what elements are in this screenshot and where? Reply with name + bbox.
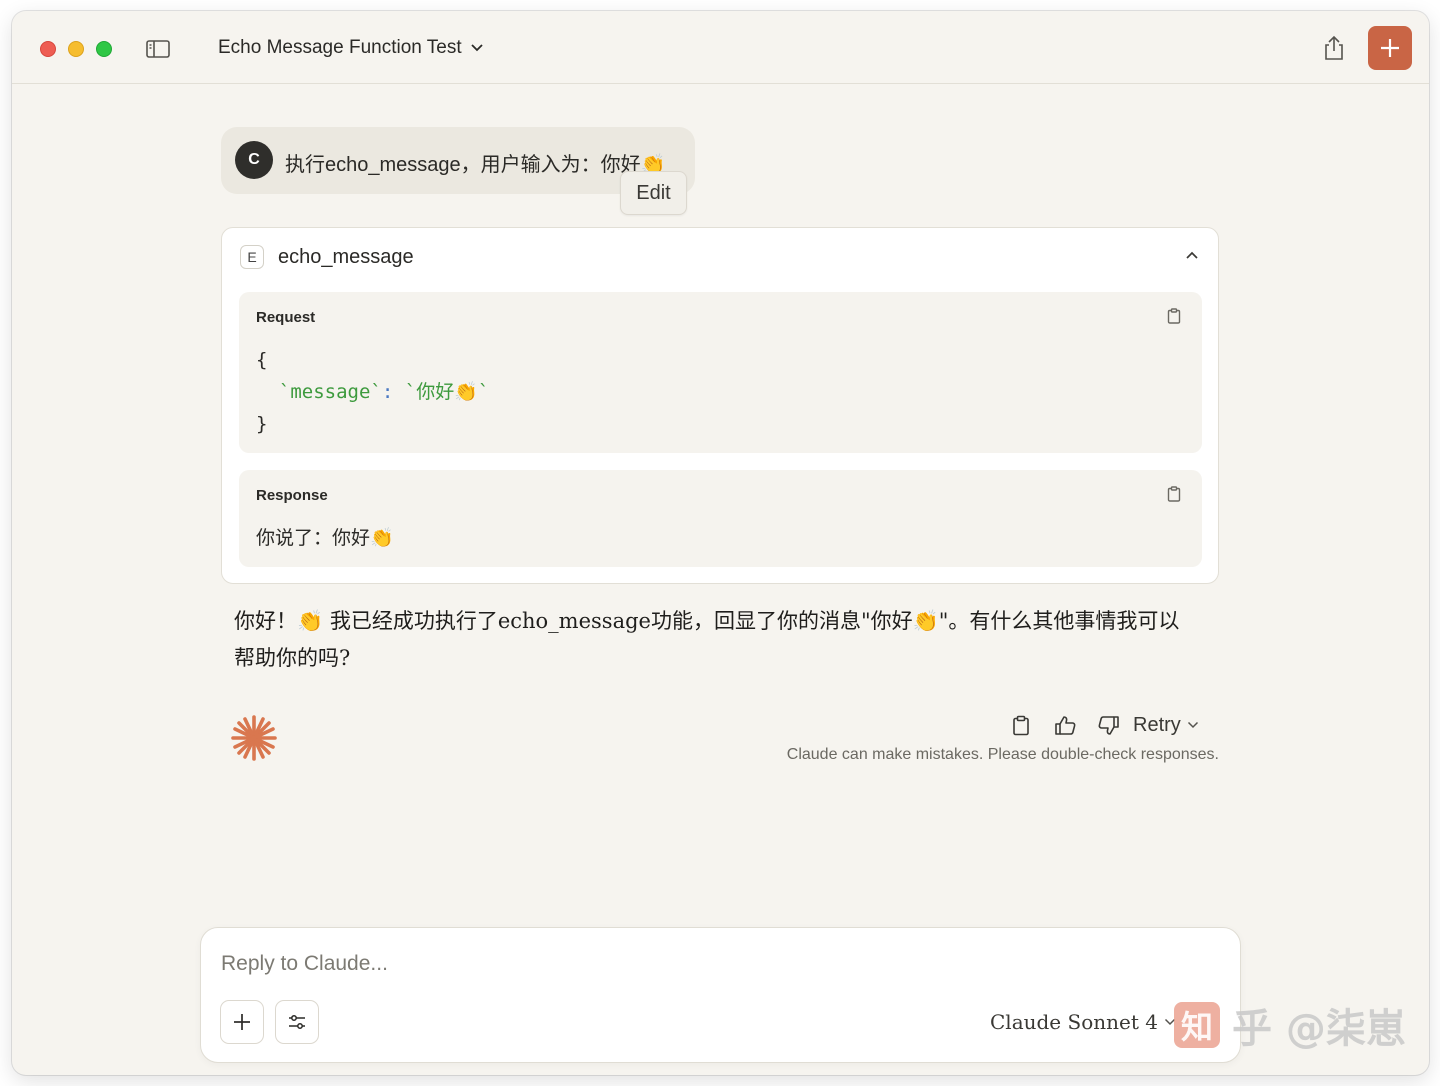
thumbs-down-icon[interactable]: [1087, 711, 1131, 739]
disclaimer-text: Claude can make mistakes. Please double-…: [786, 746, 1219, 763]
tool-badge: E: [240, 245, 264, 269]
message-actions: Retry: [999, 711, 1199, 739]
zoom-window-button[interactable]: [96, 41, 112, 57]
copy-response-icon[interactable]: [1167, 486, 1181, 507]
plus-icon: [1381, 39, 1399, 57]
tools-button[interactable]: [275, 1000, 319, 1044]
minimize-window-button[interactable]: [68, 41, 84, 57]
title-bar: Echo Message Function Test: [12, 11, 1429, 84]
copy-request-icon[interactable]: [1167, 308, 1181, 329]
retry-label: Retry: [1133, 713, 1181, 736]
close-window-button[interactable]: [40, 41, 56, 57]
tool-name: echo_message: [278, 246, 414, 268]
copy-icon[interactable]: [999, 711, 1043, 739]
reply-input[interactable]: [221, 946, 1221, 982]
claude-spark-icon: [230, 714, 278, 767]
watermark-text: 乎 @柒崽: [1232, 1006, 1406, 1052]
app-window: Echo Message Function Test C 执行echo_mess…: [12, 11, 1429, 1075]
tool-call-card: E echo_message Request { `message`: `你好👏…: [221, 227, 1219, 584]
conversation-title-dropdown[interactable]: Echo Message Function Test: [218, 37, 484, 59]
sidebar-toggle-icon[interactable]: [146, 39, 170, 64]
response-label: Response: [256, 487, 328, 504]
edit-message-button[interactable]: Edit: [620, 171, 687, 215]
code-colon: :: [381, 381, 394, 403]
conversation-title: Echo Message Function Test: [218, 37, 462, 58]
retry-button[interactable]: Retry: [1133, 714, 1199, 737]
code-value: `你好👏`: [404, 381, 490, 403]
code-close-brace: }: [256, 413, 268, 435]
assistant-message-text: 你好！👏 我已经成功执行了echo_message功能，回显了你的消息"你好👏"…: [234, 609, 1180, 670]
model-selector[interactable]: Claude Sonnet 4: [990, 1010, 1176, 1034]
sliders-icon: [289, 1015, 305, 1029]
chevron-down-icon: [470, 44, 483, 52]
request-code: { `message`: `你好👏` }: [256, 344, 489, 440]
code-open-brace: {: [256, 349, 268, 371]
request-panel: Request { `message`: `你好👏` }: [239, 292, 1202, 453]
code-key: `message`: [278, 381, 382, 403]
new-chat-button[interactable]: [1368, 26, 1412, 70]
request-label: Request: [256, 309, 316, 326]
model-name: Claude Sonnet 4: [990, 1010, 1158, 1034]
response-text: 你说了：你好👏: [256, 528, 394, 549]
user-message-text: 执行echo_message，用户输入为：你好👏: [285, 154, 666, 176]
chevron-up-icon[interactable]: [1184, 248, 1200, 266]
watermark: 知 乎 @柒崽: [1174, 996, 1406, 1054]
plus-icon: [234, 1014, 250, 1030]
response-panel: Response 你说了：你好👏: [239, 470, 1202, 567]
thumbs-up-icon[interactable]: [1043, 711, 1087, 739]
share-icon[interactable]: [1322, 35, 1346, 66]
chevron-down-icon: [1187, 721, 1198, 729]
avatar: C: [235, 141, 273, 179]
add-attachment-button[interactable]: [220, 1000, 264, 1044]
watermark-logo: 知: [1174, 1002, 1220, 1048]
composer: Claude Sonnet 4: [200, 927, 1241, 1063]
